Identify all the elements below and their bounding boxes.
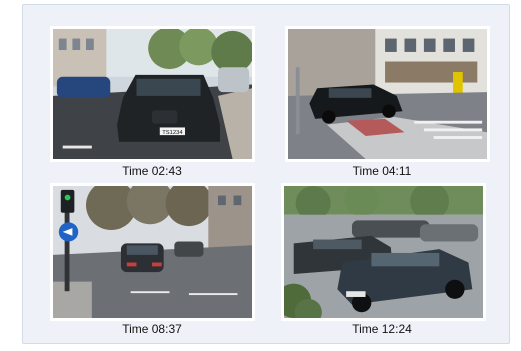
snapshot-caption-1: Time 02:43 [122,164,182,178]
snapshot-image-4[interactable] [281,183,486,321]
license-plate-text: TS1234 [162,130,183,136]
snapshot-image-1[interactable]: TS1234 [50,26,255,162]
snapshot-image-2[interactable] [285,26,490,162]
snapshot-image-3[interactable] [50,183,255,321]
snapshot-caption-4: Time 12:24 [352,322,412,336]
snapshot-caption-2: Time 04:11 [352,164,412,178]
snapshot-caption-3: Time 08:37 [122,322,182,336]
